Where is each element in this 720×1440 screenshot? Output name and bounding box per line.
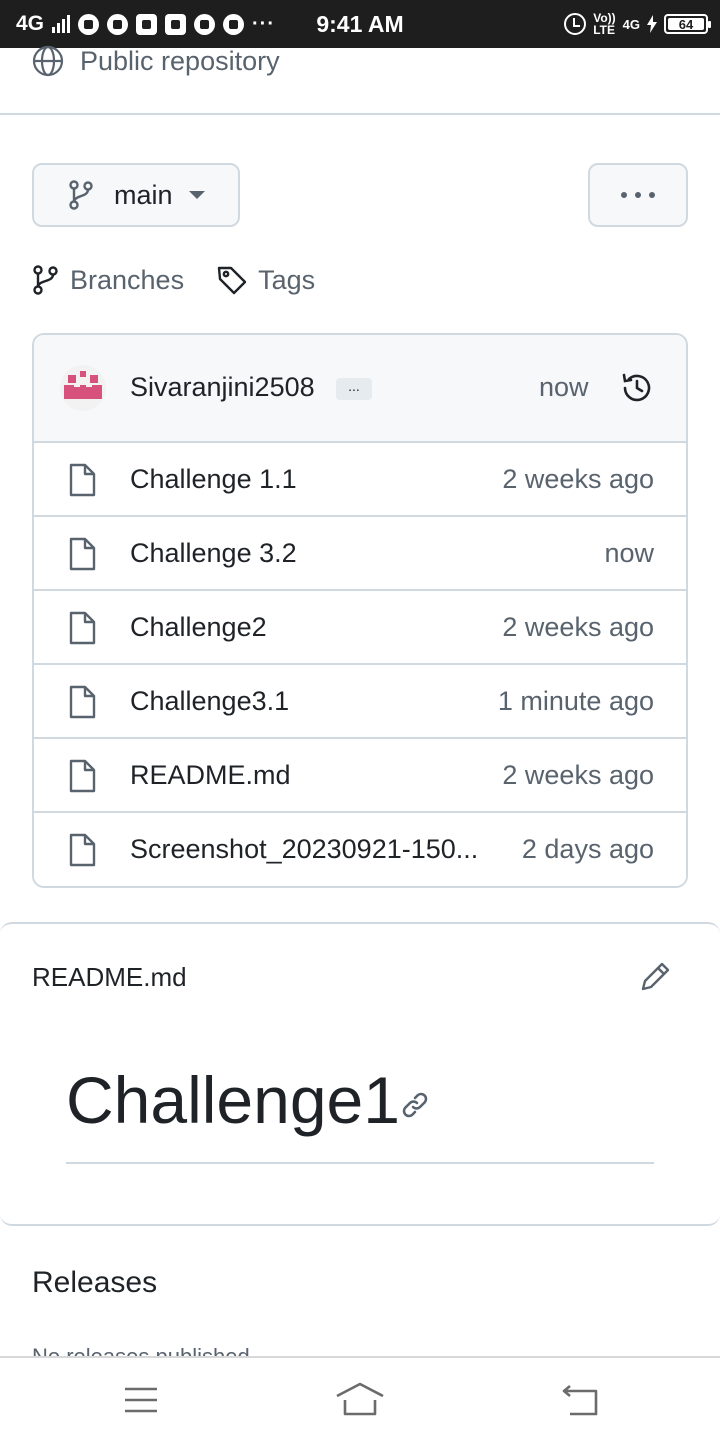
history-icon[interactable] xyxy=(620,371,654,405)
more-options-button[interactable] xyxy=(588,163,688,227)
volte-bottom: LTE xyxy=(593,23,615,37)
file-name[interactable]: Challenge3.1 xyxy=(130,686,289,717)
file-icon xyxy=(69,685,96,719)
file-name[interactable]: Challenge 1.1 xyxy=(130,464,297,495)
releases-title[interactable]: Releases xyxy=(32,1266,157,1300)
dot xyxy=(621,192,627,198)
tag-icon xyxy=(217,266,247,295)
commit-author[interactable]: Sivaranjini2508 xyxy=(130,372,315,403)
volte-indicator: Vo)) LTE xyxy=(593,12,615,36)
commit-message-expand-button[interactable]: ... xyxy=(336,378,372,400)
navigation-bar xyxy=(0,1356,720,1440)
link-icon[interactable] xyxy=(398,1088,432,1122)
file-time: 2 days ago xyxy=(521,834,654,864)
file-row[interactable]: Challenge2 2 weeks ago xyxy=(34,591,686,665)
file-icon xyxy=(69,611,96,645)
git-branch-icon xyxy=(69,180,93,210)
file-name[interactable]: Screenshot_20230921-150... xyxy=(130,834,478,865)
tags-label: Tags xyxy=(258,264,316,295)
readme-panel: README.md Challenge1 xyxy=(0,922,720,1226)
file-name[interactable]: Challenge2 xyxy=(130,612,267,643)
file-time: 2 weeks ago xyxy=(502,760,654,790)
globe-icon xyxy=(32,45,64,77)
file-time: 2 weeks ago xyxy=(502,612,654,642)
readme-heading: Challenge1 xyxy=(66,1063,400,1137)
back-icon[interactable] xyxy=(560,1384,600,1416)
header-divider xyxy=(0,113,720,115)
file-row[interactable]: Challenge3.1 1 minute ago xyxy=(34,665,686,739)
file-row[interactable]: README.md 2 weeks ago xyxy=(34,739,686,813)
branch-name: main xyxy=(114,179,173,210)
branches-link[interactable]: Branches xyxy=(32,264,184,296)
battery-level: 64 xyxy=(678,16,694,32)
network-right: 4G xyxy=(622,16,640,32)
file-icon xyxy=(69,759,96,793)
git-branch-icon xyxy=(33,265,58,295)
file-icon xyxy=(69,537,96,571)
commit-time: now xyxy=(539,372,589,402)
heading-divider xyxy=(66,1162,654,1164)
battery-icon: 64 xyxy=(664,14,711,34)
status-right: Vo)) LTE 4G 64 xyxy=(564,0,711,48)
file-row[interactable]: Challenge 3.2 now xyxy=(34,517,686,591)
pencil-icon[interactable] xyxy=(638,960,672,994)
file-list: Sivaranjini2508 ... now Challenge 1.1 2 … xyxy=(32,333,688,888)
tags-link[interactable]: Tags xyxy=(216,264,315,296)
latest-commit-row: Sivaranjini2508 ... now xyxy=(34,335,686,443)
file-icon xyxy=(69,463,96,497)
visibility-label: Public repository xyxy=(80,45,280,76)
repo-links: Branches Tags xyxy=(32,260,347,300)
chevron-down-icon xyxy=(188,191,205,199)
dot xyxy=(649,192,655,198)
alarm-clock-icon xyxy=(564,13,587,35)
home-icon[interactable] xyxy=(335,1382,385,1418)
dot xyxy=(635,192,641,198)
repo-visibility: Public repository xyxy=(32,44,280,78)
charging-icon xyxy=(647,15,657,33)
avatar[interactable] xyxy=(60,365,106,411)
status-bar: 4G ··· 9:41 AM Vo)) LTE 4G 64 xyxy=(0,0,720,48)
file-time: 2 weeks ago xyxy=(502,464,654,494)
file-name[interactable]: Challenge 3.2 xyxy=(130,538,297,569)
file-row[interactable]: Challenge 1.1 2 weeks ago xyxy=(34,443,686,517)
branches-label: Branches xyxy=(70,264,185,295)
file-time: now xyxy=(604,538,654,568)
file-row[interactable]: Screenshot_20230921-150... 2 days ago xyxy=(34,813,686,886)
file-name[interactable]: README.md xyxy=(130,760,291,791)
readme-title[interactable]: README.md xyxy=(32,962,187,993)
branch-selector-button[interactable]: main xyxy=(32,163,240,227)
file-icon xyxy=(69,833,96,867)
recent-apps-icon[interactable] xyxy=(123,1386,159,1414)
file-time: 1 minute ago xyxy=(497,686,654,716)
